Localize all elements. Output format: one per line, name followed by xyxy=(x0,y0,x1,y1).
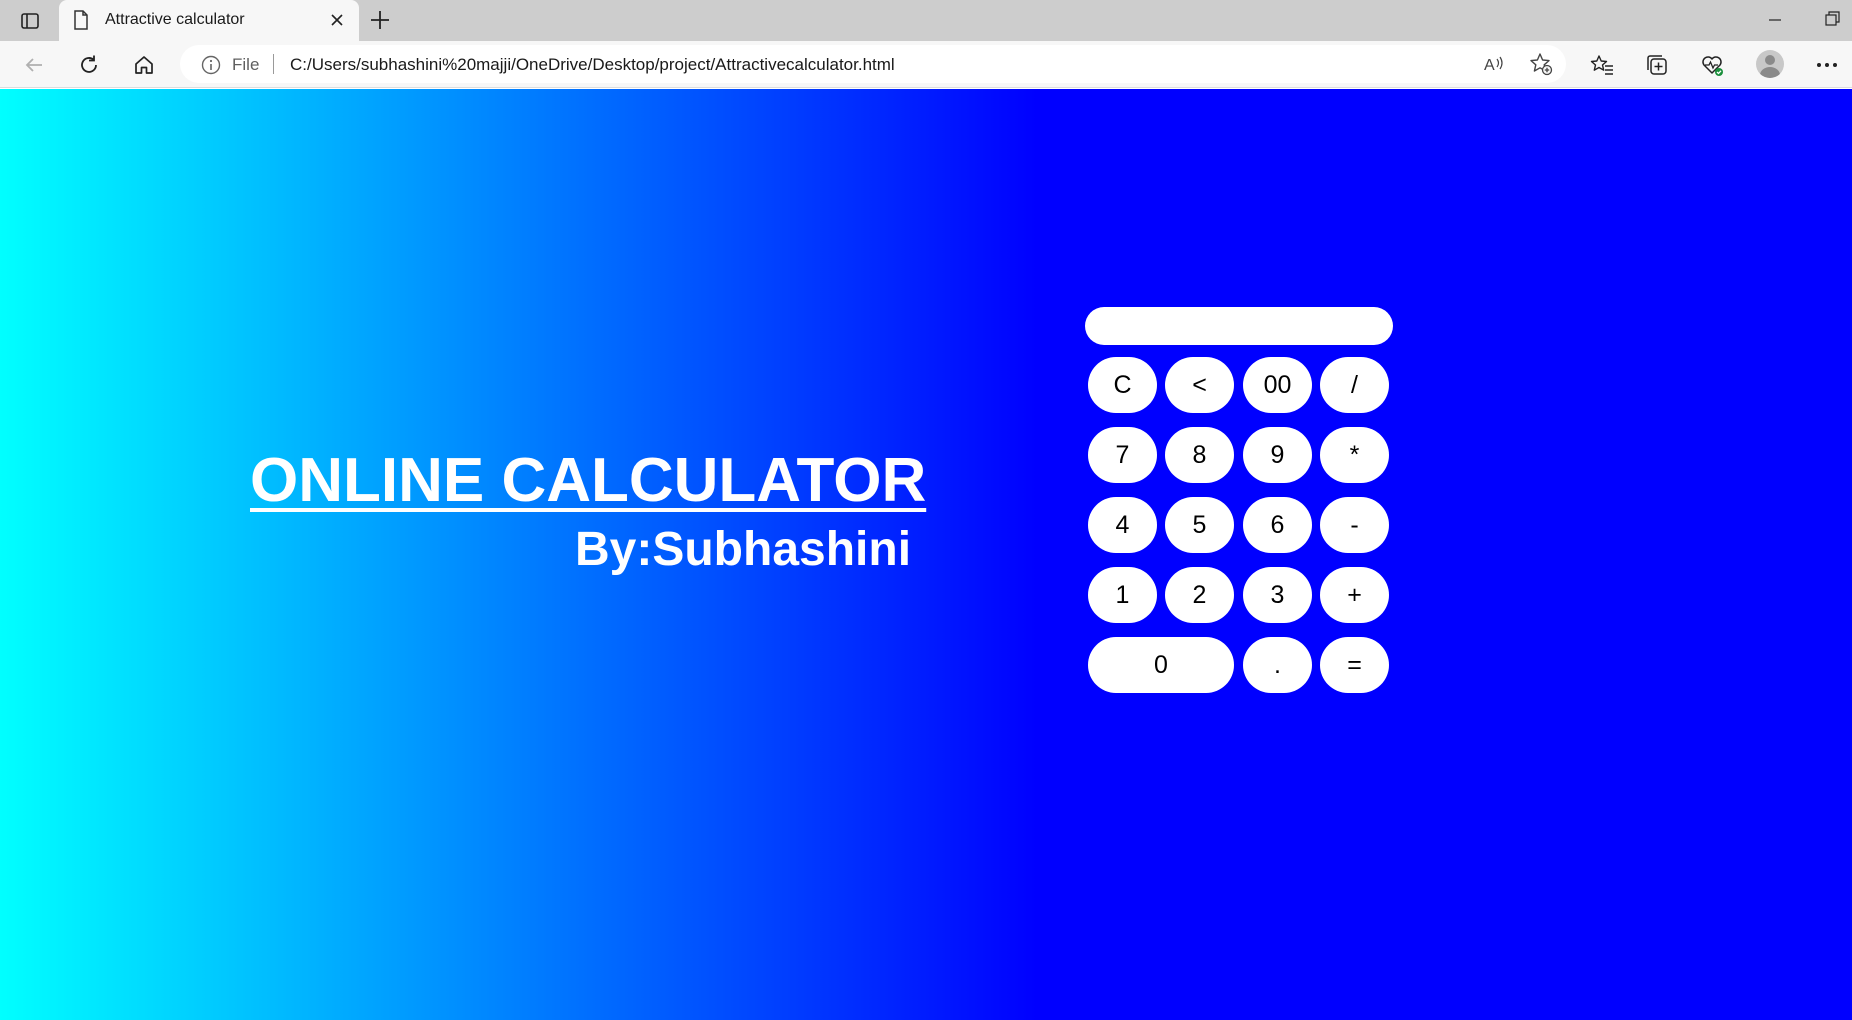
double-zero-button[interactable]: 00 xyxy=(1243,357,1312,413)
close-tab-icon[interactable] xyxy=(327,10,347,35)
decimal-button[interactable]: . xyxy=(1243,637,1312,693)
digit-3-button[interactable]: 3 xyxy=(1243,567,1312,623)
digit-7-button[interactable]: 7 xyxy=(1088,427,1157,483)
page-heading: ONLINE CALCULATOR xyxy=(250,446,927,515)
digit-5-button[interactable]: 5 xyxy=(1165,497,1234,553)
read-aloud-icon[interactable]: A xyxy=(1482,52,1506,76)
divide-button[interactable]: / xyxy=(1320,357,1389,413)
digit-6-button[interactable]: 6 xyxy=(1243,497,1312,553)
browser-toolbar: File C:/Users/subhashini%20majji/OneDriv… xyxy=(0,41,1852,88)
add-favorite-icon[interactable] xyxy=(1529,52,1553,76)
address-url[interactable]: C:/Users/subhashini%20majji/OneDrive/Des… xyxy=(290,55,895,75)
svg-text:A: A xyxy=(1484,57,1495,74)
backspace-button[interactable]: < xyxy=(1165,357,1234,413)
author-byline: By:Subhashini xyxy=(575,523,912,576)
page-icon xyxy=(73,10,89,35)
subtract-button[interactable]: - xyxy=(1320,497,1389,553)
more-options-icon[interactable] xyxy=(1811,49,1843,81)
address-scheme-label: File xyxy=(232,55,260,74)
address-bar[interactable]: File C:/Users/subhashini%20majji/OneDriv… xyxy=(180,45,1566,83)
site-info-icon[interactable] xyxy=(201,55,221,80)
equals-button[interactable]: = xyxy=(1320,637,1389,693)
minimize-icon[interactable] xyxy=(1766,9,1784,34)
address-separator xyxy=(273,54,274,74)
collections-icon[interactable] xyxy=(1641,49,1673,81)
digit-0-button[interactable]: 0 xyxy=(1088,637,1234,693)
refresh-icon[interactable] xyxy=(73,49,105,81)
clear-button[interactable]: C xyxy=(1088,357,1157,413)
tab-title: Attractive calculator xyxy=(105,11,245,28)
multiply-button[interactable]: * xyxy=(1320,427,1389,483)
profile-avatar[interactable] xyxy=(1756,50,1784,78)
tab-actions-icon[interactable] xyxy=(12,8,48,34)
browser-tab-active[interactable]: Attractive calculator xyxy=(59,0,359,41)
page-viewport: ONLINE CALCULATOR By:Subhashini C < 00 /… xyxy=(0,89,1852,1020)
back-icon[interactable] xyxy=(18,49,50,81)
new-tab-icon[interactable] xyxy=(367,7,393,38)
digit-2-button[interactable]: 2 xyxy=(1165,567,1234,623)
browser-tab-bar: Attractive calculator xyxy=(0,0,1852,41)
digit-1-button[interactable]: 1 xyxy=(1088,567,1157,623)
home-icon[interactable] xyxy=(128,49,160,81)
digit-4-button[interactable]: 4 xyxy=(1088,497,1157,553)
digit-8-button[interactable]: 8 xyxy=(1165,427,1234,483)
restore-icon[interactable] xyxy=(1823,9,1841,34)
digit-9-button[interactable]: 9 xyxy=(1243,427,1312,483)
calculator-display[interactable] xyxy=(1085,307,1393,345)
add-button[interactable]: + xyxy=(1320,567,1389,623)
favorites-icon[interactable] xyxy=(1586,49,1618,81)
browser-essentials-icon[interactable] xyxy=(1696,49,1728,81)
